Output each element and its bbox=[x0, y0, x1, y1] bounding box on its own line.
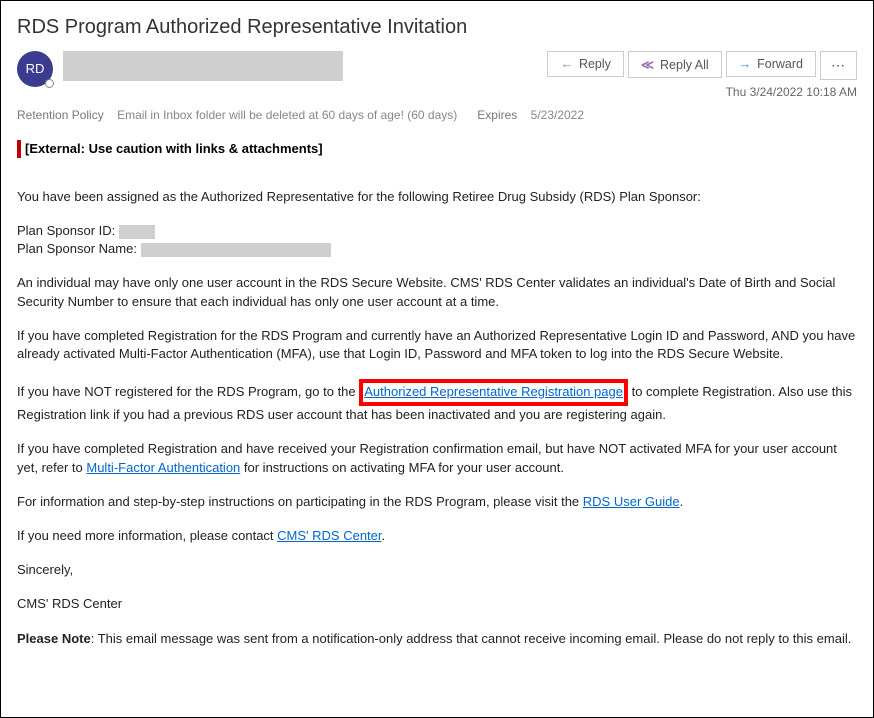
body-note: Please Note: This email message was sent… bbox=[17, 630, 857, 648]
note-text: : This email message was sent from a not… bbox=[91, 631, 852, 646]
header-right-column: ← Reply ≪ Reply All → Forward ⋯ Thu 3/24… bbox=[547, 51, 857, 101]
sponsor-name-redacted bbox=[141, 243, 331, 257]
sponsor-name-line: Plan Sponsor Name: bbox=[17, 240, 857, 258]
more-actions-button[interactable]: ⋯ bbox=[820, 51, 857, 80]
sender-redacted bbox=[63, 51, 343, 81]
body-p6b: . bbox=[680, 494, 684, 509]
email-subject: RDS Program Authorized Representative In… bbox=[17, 13, 857, 41]
external-warning-banner: [External: Use caution with links & atta… bbox=[17, 140, 857, 158]
email-header: RD ← Reply ≪ Reply All → Forward ⋯ Thu 3… bbox=[17, 51, 857, 101]
retention-label: Retention Policy bbox=[17, 108, 104, 122]
reply-icon: ← bbox=[560, 57, 573, 71]
presence-indicator-icon bbox=[45, 79, 54, 88]
sponsor-id-label: Plan Sponsor ID: bbox=[17, 223, 119, 238]
email-body: You have been assigned as the Authorized… bbox=[17, 188, 857, 648]
forward-icon: → bbox=[739, 57, 752, 71]
body-p7b: . bbox=[382, 528, 386, 543]
user-guide-link[interactable]: RDS User Guide bbox=[583, 494, 680, 509]
body-p8: Sincerely, bbox=[17, 561, 857, 579]
reply-all-button[interactable]: ≪ Reply All bbox=[628, 51, 722, 78]
expires-label: Expires bbox=[477, 108, 517, 122]
avatar-initials: RD bbox=[26, 60, 45, 78]
body-p3: If you have completed Registration for t… bbox=[17, 327, 857, 363]
body-p4a: If you have NOT registered for the RDS P… bbox=[17, 384, 359, 399]
mfa-link[interactable]: Multi-Factor Authentication bbox=[86, 460, 240, 475]
forward-label: Forward bbox=[757, 57, 803, 71]
reply-button[interactable]: ← Reply bbox=[547, 51, 623, 77]
rds-center-link[interactable]: CMS' RDS Center bbox=[277, 528, 381, 543]
expires-value: 5/23/2022 bbox=[531, 108, 584, 122]
body-p6: For information and step-by-step instruc… bbox=[17, 493, 857, 511]
body-p7: If you need more information, please con… bbox=[17, 527, 857, 545]
sender-block bbox=[63, 51, 547, 81]
red-highlight-box: Authorized Representative Registration p… bbox=[359, 379, 628, 406]
sponsor-id-line: Plan Sponsor ID: bbox=[17, 222, 857, 240]
reply-all-label: Reply All bbox=[660, 58, 709, 72]
actions-toolbar: ← Reply ≪ Reply All → Forward ⋯ bbox=[547, 51, 857, 80]
note-label: Please Note bbox=[17, 631, 91, 646]
email-timestamp: Thu 3/24/2022 10:18 AM bbox=[726, 84, 857, 101]
auth-rep-registration-link[interactable]: Authorized Representative Registration p… bbox=[364, 384, 623, 399]
reply-all-icon: ≪ bbox=[641, 57, 654, 72]
body-p7a: If you need more information, please con… bbox=[17, 528, 277, 543]
forward-button[interactable]: → Forward bbox=[726, 51, 816, 77]
body-p1: You have been assigned as the Authorized… bbox=[17, 188, 857, 206]
body-p6a: For information and step-by-step instruc… bbox=[17, 494, 583, 509]
body-p2: An individual may have only one user acc… bbox=[17, 274, 857, 310]
retention-value: Email in Inbox folder will be deleted at… bbox=[117, 108, 457, 122]
body-p5b: for instructions on activating MFA for y… bbox=[240, 460, 564, 475]
sponsor-id-redacted bbox=[119, 225, 155, 239]
avatar: RD bbox=[17, 51, 53, 87]
body-p4: If you have NOT registered for the RDS P… bbox=[17, 379, 857, 424]
body-p5: If you have completed Registration and h… bbox=[17, 440, 857, 476]
body-p9: CMS' RDS Center bbox=[17, 595, 857, 613]
reply-label: Reply bbox=[579, 57, 611, 71]
sponsor-name-label: Plan Sponsor Name: bbox=[17, 241, 141, 256]
retention-meta: Retention Policy Email in Inbox folder w… bbox=[17, 107, 857, 124]
